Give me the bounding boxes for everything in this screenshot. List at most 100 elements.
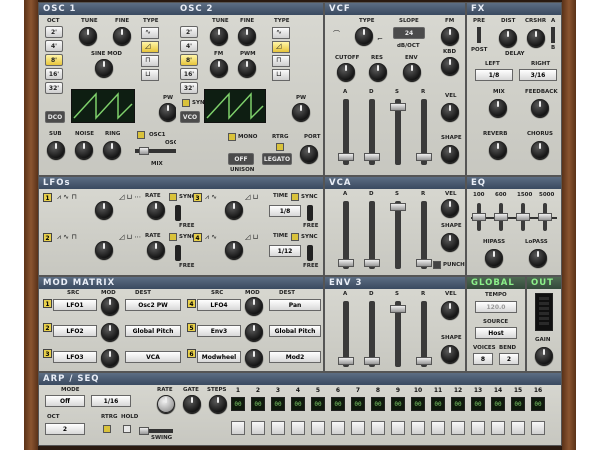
fx-dist-knob[interactable]: [499, 29, 517, 47]
arp-step-toggle-button[interactable]: [271, 421, 285, 435]
arp-step-value[interactable]: 00: [351, 397, 365, 411]
osc1-enable-led[interactable]: [137, 131, 145, 139]
fx-delay-left-select[interactable]: 1/8: [475, 69, 513, 81]
arp-step-value[interactable]: 00: [231, 397, 245, 411]
vca-shape-knob[interactable]: [441, 233, 459, 251]
osc1-sub-knob[interactable]: [47, 141, 65, 159]
arp-steps-knob[interactable]: [209, 395, 227, 413]
osc1-oct-16[interactable]: 16': [45, 68, 63, 80]
vcf-res-knob[interactable]: [369, 63, 387, 81]
arp-step-toggle-button[interactable]: [491, 421, 505, 435]
lfo2-sync-switch[interactable]: [175, 245, 181, 261]
osc2-sync-led[interactable]: [182, 99, 190, 107]
arp-step-value[interactable]: 00: [531, 397, 545, 411]
arp-step-toggle-button[interactable]: [291, 421, 305, 435]
vcf-sustain-fader[interactable]: [390, 103, 406, 111]
arp-step-value[interactable]: 00: [431, 397, 445, 411]
legato-button[interactable]: LEGATO: [262, 153, 292, 165]
arp-step-value[interactable]: 00: [271, 397, 285, 411]
lfo2-shape-knob[interactable]: [95, 241, 113, 259]
vcf-decay-fader[interactable]: [364, 153, 380, 161]
lfo4-shape-knob[interactable]: [225, 241, 243, 259]
lfo1-sync-switch[interactable]: [175, 205, 181, 221]
eq-lopass-knob[interactable]: [529, 249, 547, 267]
vcf-shape-knob[interactable]: [441, 145, 459, 163]
arp-step-toggle-button[interactable]: [251, 421, 265, 435]
arp-step-value[interactable]: 00: [471, 397, 485, 411]
osc2-oct-16[interactable]: 16': [180, 68, 198, 80]
arp-step-toggle-button[interactable]: [511, 421, 525, 435]
osc2-wave-square[interactable]: ⊓: [272, 55, 290, 67]
mod-slot2-dest[interactable]: Global Pitch: [125, 325, 181, 337]
vcf-attack-fader[interactable]: [338, 153, 354, 161]
arp-step-toggle-button[interactable]: [351, 421, 365, 435]
env3-attack-fader[interactable]: [338, 357, 354, 365]
global-tempo-field[interactable]: 120.0: [475, 301, 517, 313]
osc2-oct-4[interactable]: 4': [180, 40, 198, 52]
lfo2-rate-knob[interactable]: [147, 241, 165, 259]
arp-hold-led[interactable]: [123, 425, 131, 433]
arp-step-value[interactable]: 00: [251, 397, 265, 411]
osc2-fine-knob[interactable]: [238, 27, 256, 45]
mod-slot5-dest[interactable]: Global Pitch: [269, 325, 321, 337]
vcf-slope-display[interactable]: 24: [393, 27, 425, 39]
osc1-tune-knob[interactable]: [79, 27, 97, 45]
global-bend-select[interactable]: 2: [499, 353, 519, 365]
osc1-wave-pulse[interactable]: ⊔: [141, 69, 159, 81]
vca-vel-knob[interactable]: [441, 199, 459, 217]
vcf-cutoff-knob[interactable]: [337, 63, 355, 81]
eq-hipass-knob[interactable]: [485, 249, 503, 267]
mod-slot4-source[interactable]: LFO4: [197, 299, 241, 311]
arp-oct-select[interactable]: 2: [45, 423, 85, 435]
arp-rate-knob[interactable]: [157, 395, 175, 413]
env3-vel-knob[interactable]: [441, 301, 459, 319]
mod-slot6-source[interactable]: Modwheel: [197, 351, 241, 363]
fx-feedback-knob[interactable]: [531, 99, 549, 117]
osc1-sine-mod-knob[interactable]: [95, 59, 113, 77]
eq-1500-fader[interactable]: [516, 213, 530, 221]
osc2-vco-button[interactable]: VCO: [180, 111, 200, 123]
arp-swing-slider[interactable]: [139, 427, 149, 435]
lfo4-sync-led[interactable]: [291, 233, 299, 241]
osc2-tune-knob[interactable]: [210, 27, 228, 45]
osc2-oct-32[interactable]: 32': [180, 82, 198, 94]
mod-slot1-amount-knob[interactable]: [101, 297, 119, 315]
osc1-dco-button[interactable]: DCO: [45, 111, 65, 123]
env3-decay-fader[interactable]: [364, 357, 380, 365]
out-gain-knob[interactable]: [535, 347, 553, 365]
osc2-oct-8[interactable]: 8': [180, 54, 198, 66]
vca-sustain-fader[interactable]: [390, 203, 406, 211]
arp-step-value[interactable]: 00: [311, 397, 325, 411]
arp-step-toggle-button[interactable]: [471, 421, 485, 435]
lfo1-rate-knob[interactable]: [147, 201, 165, 219]
arp-step-toggle-button[interactable]: [371, 421, 385, 435]
vcf-fm-knob[interactable]: [441, 27, 459, 45]
mod-slot4-dest[interactable]: Pan: [269, 299, 321, 311]
arp-step-value[interactable]: 00: [491, 397, 505, 411]
mod-slot2-amount-knob[interactable]: [101, 323, 119, 341]
vca-punch-led[interactable]: [433, 261, 441, 269]
lfo3-sync-switch[interactable]: [307, 205, 313, 221]
osc1-fine-knob[interactable]: [113, 27, 131, 45]
arp-step-value[interactable]: 00: [331, 397, 345, 411]
mod-slot4-amount-knob[interactable]: [245, 297, 263, 315]
global-source-select[interactable]: Host: [475, 327, 517, 339]
mod-slot5-amount-knob[interactable]: [245, 323, 263, 341]
osc1-noise-knob[interactable]: [75, 141, 93, 159]
mod-slot6-dest[interactable]: Mod2: [269, 351, 321, 363]
osc2-port-knob[interactable]: [300, 145, 318, 163]
vcf-type-knob[interactable]: [355, 27, 373, 45]
vcf-env-knob[interactable]: [403, 63, 421, 81]
osc2-pwm-knob[interactable]: [238, 59, 256, 77]
lfo4-sync-switch[interactable]: [307, 245, 313, 261]
osc2-wave-pulse[interactable]: ⊔: [272, 69, 290, 81]
mod-slot3-source[interactable]: LFO3: [53, 351, 97, 363]
arp-step-value[interactable]: 00: [451, 397, 465, 411]
fx-pre-post-switch[interactable]: [477, 27, 481, 43]
osc1-pw-knob[interactable]: [159, 103, 177, 121]
lfo1-sync-led[interactable]: [169, 193, 177, 201]
arp-step-value[interactable]: 00: [371, 397, 385, 411]
vcf-release-fader[interactable]: [416, 153, 432, 161]
osc2-wave-saw[interactable]: ◿: [272, 41, 290, 53]
env3-release-fader[interactable]: [416, 357, 432, 365]
